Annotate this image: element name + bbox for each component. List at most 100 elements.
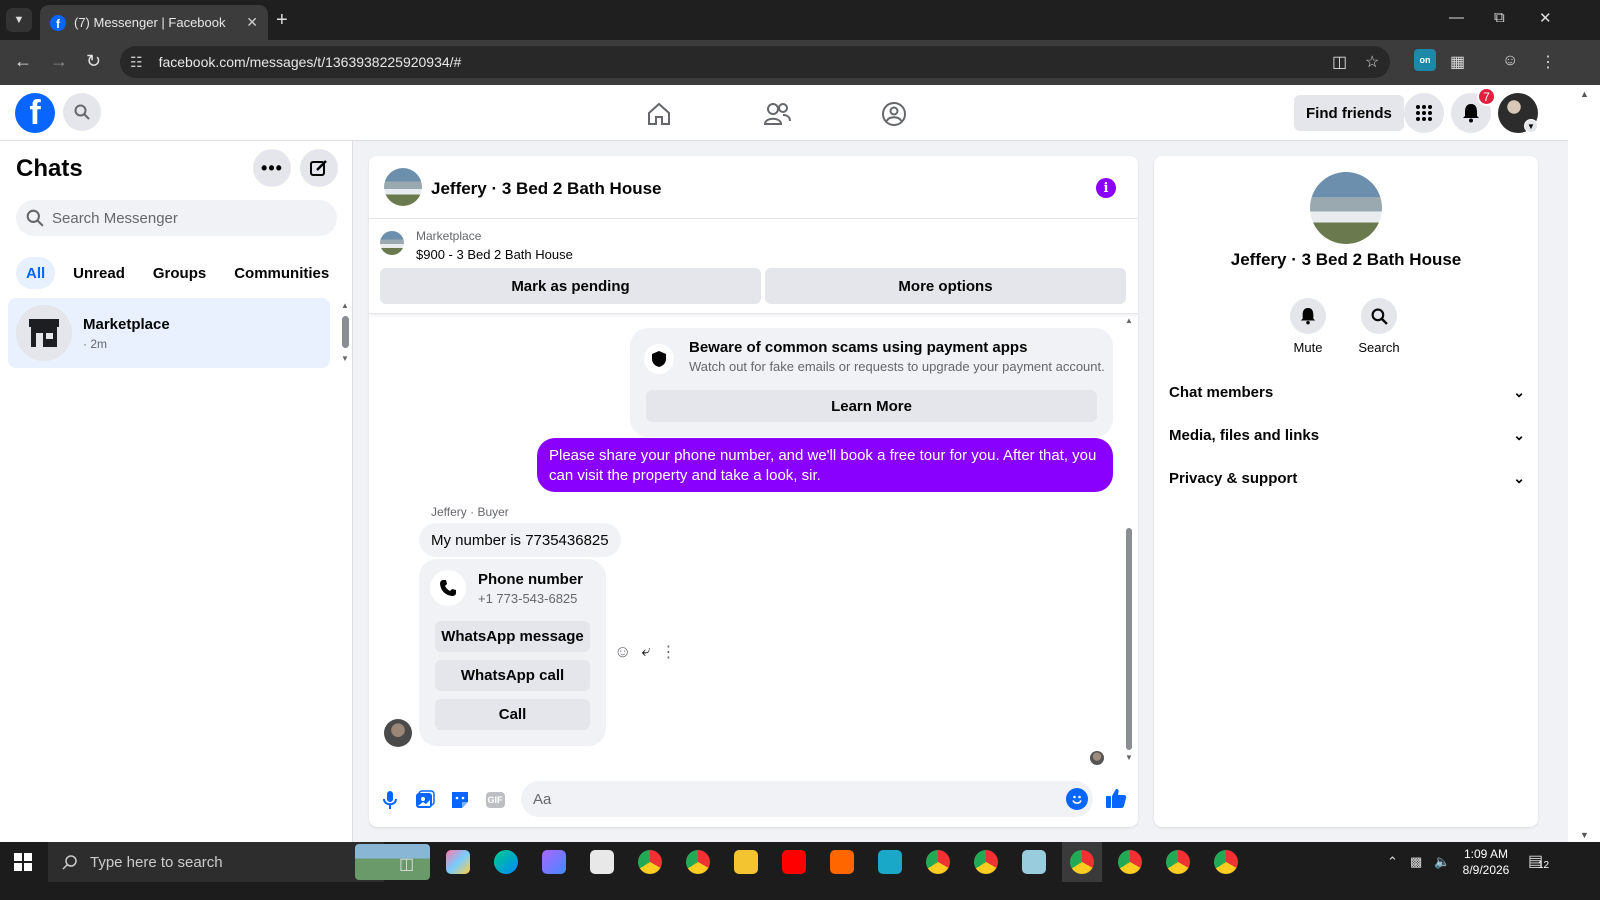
forward-icon[interactable]: → — [50, 51, 68, 72]
clock-time: 1:09 AM — [1463, 847, 1509, 861]
grid-menu-icon — [1416, 105, 1432, 121]
find-friends-button[interactable]: Find friends — [1294, 95, 1404, 131]
mute-action[interactable]: Mute — [1278, 298, 1338, 355]
microsoft-store-icon[interactable] — [590, 850, 614, 874]
more-dots-icon: ••• — [261, 157, 283, 178]
filter-unread[interactable]: Unread — [63, 257, 135, 289]
app-s-icon[interactable] — [878, 850, 902, 874]
task-view-icon[interactable]: ◫ — [399, 854, 414, 874]
chrome-active-icon[interactable] — [1070, 850, 1094, 874]
chrome-profile-icon[interactable] — [686, 850, 710, 874]
filter-communities[interactable]: Communities — [224, 257, 339, 289]
listing-source-label: Marketplace — [416, 229, 482, 243]
browser-menu-icon[interactable]: ⋮ — [1540, 52, 1556, 72]
attach-photo-icon[interactable] — [413, 788, 437, 812]
vpn-app-icon[interactable] — [542, 850, 566, 874]
chrome-icon[interactable] — [1214, 850, 1238, 874]
listing-title[interactable]: $900 - 3 Bed 2 Bath House — [416, 247, 573, 262]
message-input[interactable]: Aa — [521, 781, 1093, 817]
more-vertical-icon[interactable]: ⋮ — [660, 642, 676, 662]
sender-label: Jeffery · Buyer — [431, 505, 509, 519]
outgoing-message-bubble[interactable]: Please share your phone number, and we'l… — [537, 438, 1113, 492]
search-facebook-button[interactable] — [63, 93, 101, 131]
filter-all[interactable]: All — [16, 257, 56, 289]
mark-as-pending-button[interactable]: Mark as pending — [380, 268, 761, 304]
volume-muted-icon[interactable]: 🔈 — [1434, 854, 1450, 870]
site-info-icon[interactable]: ☷ — [130, 54, 143, 71]
phone-card-title: Phone number — [478, 571, 584, 588]
back-icon[interactable]: ← — [14, 51, 32, 72]
tray-expand-icon[interactable]: ⌃ — [1387, 854, 1398, 870]
extension-vpn-icon[interactable]: on — [1414, 49, 1436, 71]
new-message-button[interactable] — [300, 149, 338, 187]
chat-members-section[interactable]: Chat members ⌄ — [1169, 377, 1525, 407]
chrome-icon[interactable] — [1166, 850, 1190, 874]
chrome-icon[interactable] — [926, 850, 950, 874]
incoming-message-bubble[interactable]: My number is 7735436825 — [419, 523, 621, 557]
profile-icon[interactable]: ☺ — [1502, 52, 1518, 70]
close-tab-icon[interactable]: ✕ — [246, 14, 258, 31]
chrome-icon[interactable] — [638, 850, 662, 874]
file-explorer-icon[interactable] — [734, 850, 758, 874]
new-tab-icon[interactable]: + — [276, 9, 288, 32]
chrome-icon[interactable] — [974, 850, 998, 874]
tab-search-button[interactable]: ▼ — [6, 8, 32, 32]
emoji-icon[interactable] — [1066, 788, 1088, 810]
bookmark-star-icon[interactable]: ☆ — [1365, 52, 1379, 72]
windows-start-icon[interactable] — [14, 853, 32, 871]
conversation-info-icon[interactable]: i — [1096, 178, 1116, 198]
microphone-icon[interactable] — [378, 788, 402, 812]
friends-nav-icon[interactable] — [762, 99, 792, 129]
facebook-logo-icon[interactable]: f — [15, 93, 55, 133]
conversation-scroll-thumb[interactable] — [1126, 528, 1132, 750]
bell-icon — [1290, 298, 1326, 334]
account-chevron-down-icon[interactable]: ▼ — [1524, 119, 1538, 133]
notes-app-icon[interactable] — [1022, 850, 1046, 874]
media-files-links-section[interactable]: Media, files and links ⌄ — [1169, 420, 1525, 450]
sticker-icon[interactable] — [448, 788, 472, 812]
buyer-avatar[interactable] — [384, 719, 412, 747]
reply-arrow-icon[interactable]: ⤶ — [641, 643, 650, 661]
extensions-puzzle-icon[interactable]: ▦ — [1450, 52, 1465, 72]
search-messenger-input[interactable]: Search Messenger — [16, 200, 337, 236]
listing-thumbnail[interactable] — [380, 231, 404, 255]
reload-icon[interactable]: ↻ — [86, 51, 101, 72]
address-bar[interactable]: ☷ facebook.com/messages/t/13639382259209… — [120, 46, 1390, 78]
info-panel-avatar[interactable] — [1310, 172, 1382, 244]
more-options-button[interactable]: More options — [765, 268, 1126, 304]
whatsapp-call-button[interactable]: WhatsApp call — [435, 660, 590, 691]
install-app-icon[interactable]: ◫ — [1332, 52, 1347, 72]
page-scrollbar[interactable]: ▲ ▼ — [1568, 85, 1600, 842]
like-thumbs-up-icon[interactable] — [1104, 786, 1128, 810]
network-icon[interactable]: ▩ — [1410, 854, 1422, 870]
minimize-icon[interactable]: — — [1449, 9, 1464, 26]
sidebar-scrollbar[interactable]: ▲ ▼ — [340, 301, 350, 366]
chat-options-button[interactable]: ••• — [253, 149, 291, 187]
restore-icon[interactable]: ⧉ — [1494, 9, 1505, 26]
browser-tab[interactable]: f (7) Messenger | Facebook ✕ — [40, 5, 268, 40]
copilot-icon[interactable] — [446, 850, 470, 874]
incoming-message-text: My number is 7735436825 — [431, 531, 609, 549]
edge-browser-icon[interactable] — [494, 850, 518, 874]
brave-browser-icon[interactable] — [830, 850, 854, 874]
home-nav-icon[interactable] — [644, 99, 674, 129]
search-in-conversation-action[interactable]: Search — [1349, 298, 1409, 355]
taskbar-clock[interactable]: 1:09 AM 8/9/2026 — [1460, 846, 1512, 878]
taskbar-search-box[interactable]: Type here to search — [48, 842, 430, 882]
chrome-icon[interactable] — [1118, 850, 1142, 874]
gif-icon[interactable]: GIF — [483, 788, 507, 812]
privacy-support-section[interactable]: Privacy & support ⌄ — [1169, 463, 1525, 493]
react-smiley-icon[interactable]: ☺ — [614, 642, 631, 662]
groups-nav-icon[interactable] — [879, 99, 909, 129]
conversation-avatar[interactable] — [384, 168, 422, 206]
filter-groups[interactable]: Groups — [143, 257, 216, 289]
search-icon — [62, 855, 77, 870]
youtube-icon[interactable] — [782, 850, 806, 874]
call-button[interactable]: Call — [435, 699, 590, 730]
whatsapp-message-button[interactable]: WhatsApp message — [435, 621, 590, 652]
conversation-title[interactable]: Jeffery · 3 Bed 2 Bath House — [431, 179, 662, 199]
close-window-icon[interactable]: ✕ — [1539, 9, 1552, 27]
chat-list-item-marketplace[interactable]: Marketplace · 2m — [8, 298, 330, 368]
menu-grid-button[interactable] — [1404, 93, 1444, 133]
learn-more-button[interactable]: Learn More — [646, 390, 1097, 422]
